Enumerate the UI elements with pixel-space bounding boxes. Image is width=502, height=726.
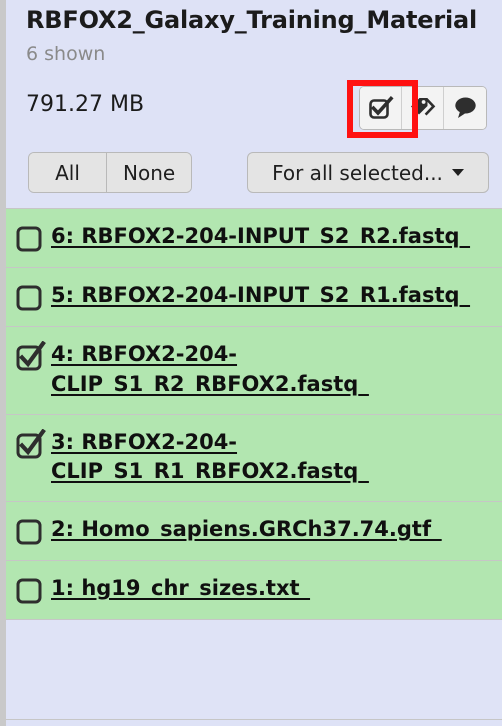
annotation-button[interactable] <box>444 87 486 129</box>
list-footer <box>6 719 502 726</box>
selection-mode-button[interactable] <box>360 87 402 129</box>
for-all-selected-dropdown[interactable]: For all selected... <box>247 152 489 193</box>
tags-icon <box>409 95 437 121</box>
dataset-checkbox-checked-icon[interactable] <box>16 428 46 459</box>
for-all-selected-label: For all selected... <box>272 160 443 185</box>
tags-button[interactable] <box>402 87 444 129</box>
dataset-checkbox-icon[interactable] <box>16 223 46 253</box>
dataset-title[interactable]: 1: hg19_chr_sizes.txt_ <box>51 574 492 604</box>
dataset-title[interactable]: 5: RBFOX2-204-INPUT_S2_R1.fastq_ <box>51 281 492 311</box>
dataset-title[interactable]: 2: Homo_sapiens.GRCh37.74.gtf_ <box>51 515 492 545</box>
history-shown-count: 6 shown <box>26 43 106 65</box>
select-all-button[interactable]: All <box>29 153 107 192</box>
history-header: RBFOX2_Galaxy_Training_Material 6 shown … <box>6 0 502 208</box>
dataset-list: 6: RBFOX2-204-INPUT_S2_R2.fastq_ 5: RBFOX… <box>6 208 502 621</box>
history-panel: RBFOX2_Galaxy_Training_Material 6 shown … <box>0 0 502 726</box>
dataset-title[interactable]: 3: RBFOX2-204-CLIP_S1_R1_RBFOX2.fastq_ <box>51 428 492 488</box>
dataset-checkbox-icon[interactable] <box>16 575 46 605</box>
history-total-size: 791.27 MB <box>26 92 145 117</box>
dataset-list-item[interactable]: 4: RBFOX2-204-CLIP_S1_R2_RBFOX2.fastq_ <box>6 327 502 415</box>
dataset-list-item[interactable]: 1: hg19_chr_sizes.txt_ <box>6 561 502 621</box>
speech-bubble-icon <box>451 95 479 121</box>
dataset-title[interactable]: 6: RBFOX2-204-INPUT_S2_R2.fastq_ <box>51 222 492 252</box>
panel-left-gutter <box>0 0 6 726</box>
dataset-checkbox-checked-icon[interactable] <box>16 341 46 371</box>
dataset-title[interactable]: 4: RBFOX2-204-CLIP_S1_R2_RBFOX2.fastq_ <box>51 340 492 400</box>
chevron-down-icon <box>451 169 464 176</box>
history-operations-toolbar <box>359 86 487 130</box>
checkbox-checked-icon <box>367 94 395 122</box>
history-title: RBFOX2_Galaxy_Training_Material <box>26 6 478 34</box>
dataset-list-item[interactable]: 5: RBFOX2-204-INPUT_S2_R1.fastq_ <box>6 268 502 327</box>
dataset-checkbox-icon[interactable] <box>16 516 46 546</box>
selection-button-group: All None <box>28 152 193 193</box>
dataset-list-item[interactable]: 6: RBFOX2-204-INPUT_S2_R2.fastq_ <box>6 208 502 268</box>
dataset-list-item[interactable]: 3: RBFOX2-204-CLIP_S1_R1_RBFOX2.fastq_ <box>6 414 502 503</box>
dataset-list-item[interactable]: 2: Homo_sapiens.GRCh37.74.gtf_ <box>6 502 502 562</box>
dataset-checkbox-icon[interactable] <box>16 282 46 312</box>
select-none-button[interactable]: None <box>107 153 192 192</box>
